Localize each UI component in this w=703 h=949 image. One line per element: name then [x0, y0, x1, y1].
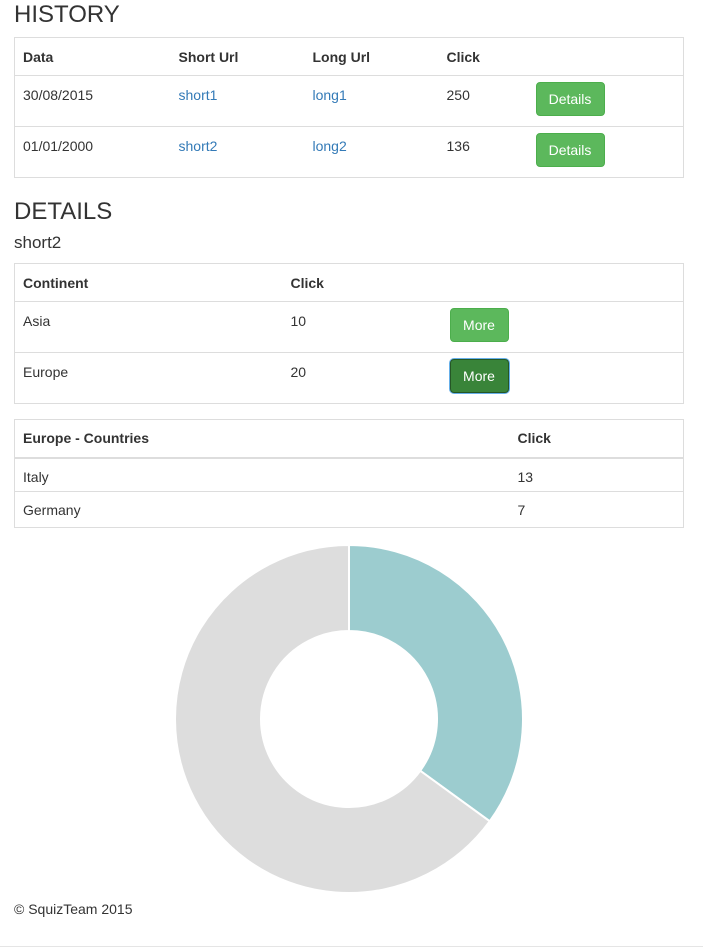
page-bottom-divider [0, 946, 703, 947]
table-row: Europe 20 More [14, 352, 684, 404]
details-title: DETAILS [14, 198, 113, 225]
table-row: Germany 7 [14, 491, 684, 528]
details-button[interactable]: Details [535, 82, 605, 116]
continent-col-continent: Continent [14, 263, 283, 302]
history-col-short-url: Short Url [170, 37, 305, 76]
history-col-action [527, 37, 684, 76]
table-row: Asia 10 More [14, 301, 684, 353]
countries-donut-chart [174, 544, 524, 894]
footer-copyright: © SquizTeam 2015 [14, 901, 133, 917]
country-name-cell: Italy [14, 457, 510, 492]
long-url-link[interactable]: long2 [313, 138, 347, 154]
long-url-link[interactable]: long1 [313, 87, 347, 103]
history-date-cell: 01/01/2000 [14, 126, 171, 178]
details-button[interactable]: Details [535, 133, 605, 167]
continent-name-cell: Europe [14, 352, 283, 404]
short-url-link[interactable]: short2 [179, 138, 218, 154]
table-row: 01/01/2000 short2 long2 136 Details [14, 126, 684, 178]
countries-col-click: Click [509, 419, 684, 459]
history-col-date: Data [14, 37, 171, 76]
history-col-click: Click [438, 37, 528, 76]
country-click-cell: 13 [509, 457, 684, 492]
table-row: Italy 13 [14, 457, 684, 492]
continent-click-cell: 20 [282, 352, 442, 404]
countries-header-row: Europe - Countries Click [14, 419, 684, 459]
countries-table: Europe - Countries Click Italy 13 German… [14, 419, 684, 528]
history-header-row: Data Short Url Long Url Click [14, 37, 684, 76]
continent-name-cell: Asia [14, 301, 283, 353]
continent-col-click: Click [282, 263, 442, 302]
donut-slice-germany [348, 544, 524, 823]
selected-short-url: short2 [14, 233, 62, 252]
history-click-cell: 136 [438, 126, 528, 178]
history-click-cell: 250 [438, 75, 528, 127]
countries-col-country: Europe - Countries [14, 419, 510, 459]
more-button[interactable]: More [449, 308, 509, 342]
more-button-active[interactable]: More [449, 359, 509, 393]
history-title: HISTORY [14, 1, 120, 28]
history-col-long-url: Long Url [304, 37, 439, 76]
short-url-link[interactable]: short1 [179, 87, 218, 103]
country-click-cell: 7 [509, 491, 684, 528]
continent-col-action [441, 263, 684, 302]
continent-header-row: Continent Click [14, 263, 684, 302]
country-name-cell: Germany [14, 491, 510, 528]
table-row: 30/08/2015 short1 long1 250 Details [14, 75, 684, 127]
history-date-cell: 30/08/2015 [14, 75, 171, 127]
continent-table: Continent Click Asia 10 More Europe 20 M… [14, 263, 684, 404]
continent-click-cell: 10 [282, 301, 442, 353]
history-table: Data Short Url Long Url Click 30/08/2015… [14, 37, 684, 178]
